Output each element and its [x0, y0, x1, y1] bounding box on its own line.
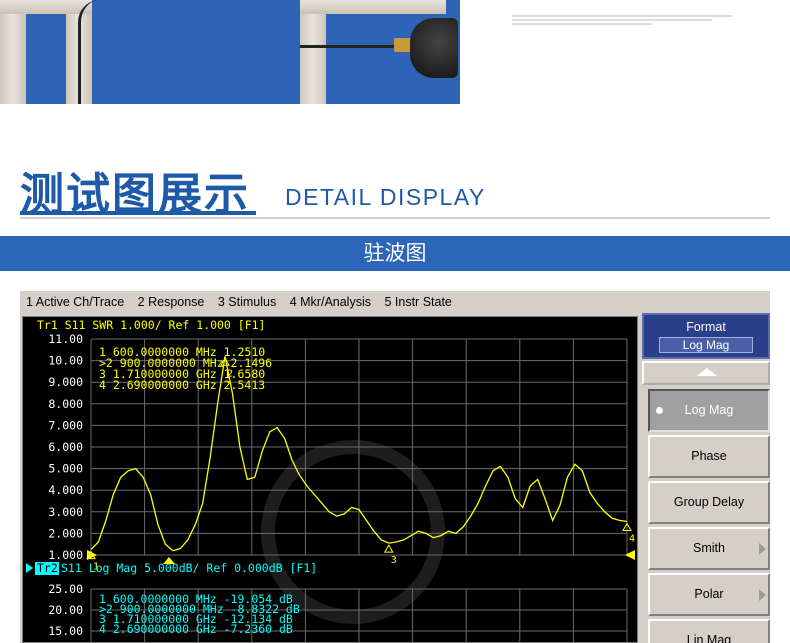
y-tick-label: 1.000	[48, 548, 83, 562]
marker-readout: 4 2.690000000 GHz 2.5413	[99, 378, 265, 392]
softkey-log-mag[interactable]: Log Mag	[648, 389, 770, 432]
softkey-phase[interactable]: Phase	[648, 435, 770, 478]
softkey-scroll-up[interactable]	[642, 361, 770, 385]
y-tick-label: 7.000	[48, 418, 83, 432]
y-tick-label: 9.000	[48, 375, 83, 389]
marker-label: 2	[227, 368, 233, 379]
softkey-label: Polar	[694, 587, 724, 601]
trace2-header: S11 Log Mag 5.000dB/ Ref 0.000dB [F1]	[61, 561, 317, 575]
antenna-puck	[410, 18, 458, 78]
y-tick-label: 20.00	[48, 603, 83, 617]
marker-label: 3	[391, 555, 397, 566]
fixture-crossbar	[300, 0, 446, 14]
caption-text-block	[512, 15, 732, 27]
network-analyzer-screenshot: 1 Active Ch/Trace 2 Response 3 Stimulus …	[20, 291, 770, 643]
y-tick-label: 6.000	[48, 440, 83, 454]
marker-label: 4	[629, 534, 635, 545]
softkey-group-delay[interactable]: Group Delay	[648, 481, 770, 524]
menu-active-ch-trace[interactable]: 1 Active Ch/Trace	[26, 295, 124, 309]
softkey-title-label: Format	[686, 320, 726, 334]
menu-instr-state[interactable]: 5 Instr State	[384, 295, 451, 309]
softkey-lin-mag[interactable]: Lin Mag	[648, 619, 770, 643]
divider	[20, 217, 770, 219]
softkey-label: Lin Mag	[686, 633, 732, 643]
softkey-menu-title: Format Log Mag	[642, 313, 770, 359]
heading-underline	[20, 211, 256, 215]
trace-plot: Tr1 S11 SWR 1.000/ Ref 1.000 [F1]11.00 10…	[26, 318, 635, 642]
softkey-panel: Format Log Mag Log Mag Phase Group Delay…	[642, 313, 770, 643]
menu-stimulus[interactable]: 3 Stimulus	[218, 295, 276, 309]
product-photo	[0, 0, 460, 104]
y-tick-label: 15.00	[48, 624, 83, 638]
y-tick-label: 8.000	[48, 397, 83, 411]
active-trace-icon	[26, 563, 33, 573]
menu-bar: 1 Active Ch/Trace 2 Response 3 Stimulus …	[20, 291, 770, 313]
softkey-polar[interactable]: Polar	[648, 573, 770, 616]
y-tick-label: 4.000	[48, 483, 83, 497]
section-banner: 驻波图	[0, 236, 790, 271]
fixture-crossbar	[0, 0, 92, 14]
softkey-label: Smith	[693, 541, 725, 555]
fixture-post	[0, 0, 26, 104]
radio-dot-icon	[656, 407, 663, 414]
y-tick-label: 3.000	[48, 505, 83, 519]
trace-display: Tr1 S11 SWR 1.000/ Ref 1.000 [F1] 11.00 10…	[22, 316, 638, 643]
y-tick-label: 11.00	[48, 332, 83, 346]
trace1-header: Tr1 S11 SWR 1.000/ Ref 1.000 [F1]	[37, 318, 265, 332]
softkey-label: Log Mag	[684, 403, 734, 417]
submenu-arrow-icon	[759, 543, 766, 555]
softkey-label: Group Delay	[673, 495, 745, 509]
antenna-cable	[300, 45, 396, 48]
y-tick-label: 5.000	[48, 462, 83, 476]
softkey-current-format: Log Mag	[659, 337, 753, 353]
trace2-tag-label: Tr2	[37, 561, 58, 575]
y-tick-label: 25.00	[48, 582, 83, 596]
marker-readout: 4 2.690000000 GHz -7.2360 dB	[99, 622, 293, 636]
section-heading-en: DETAIL DISPLAY	[285, 184, 486, 210]
antenna-cable	[78, 0, 100, 104]
softkey-label: Phase	[691, 449, 727, 463]
submenu-arrow-icon	[759, 589, 766, 601]
y-tick-label: 2.000	[48, 526, 83, 540]
menu-response[interactable]: 2 Response	[138, 295, 205, 309]
fixture-post	[300, 0, 326, 104]
menu-mkr-analysis[interactable]: 4 Mkr/Analysis	[290, 295, 371, 309]
marker-triangle	[383, 544, 394, 553]
y-tick-label: 10.00	[48, 354, 83, 368]
softkey-smith[interactable]: Smith	[648, 527, 770, 570]
